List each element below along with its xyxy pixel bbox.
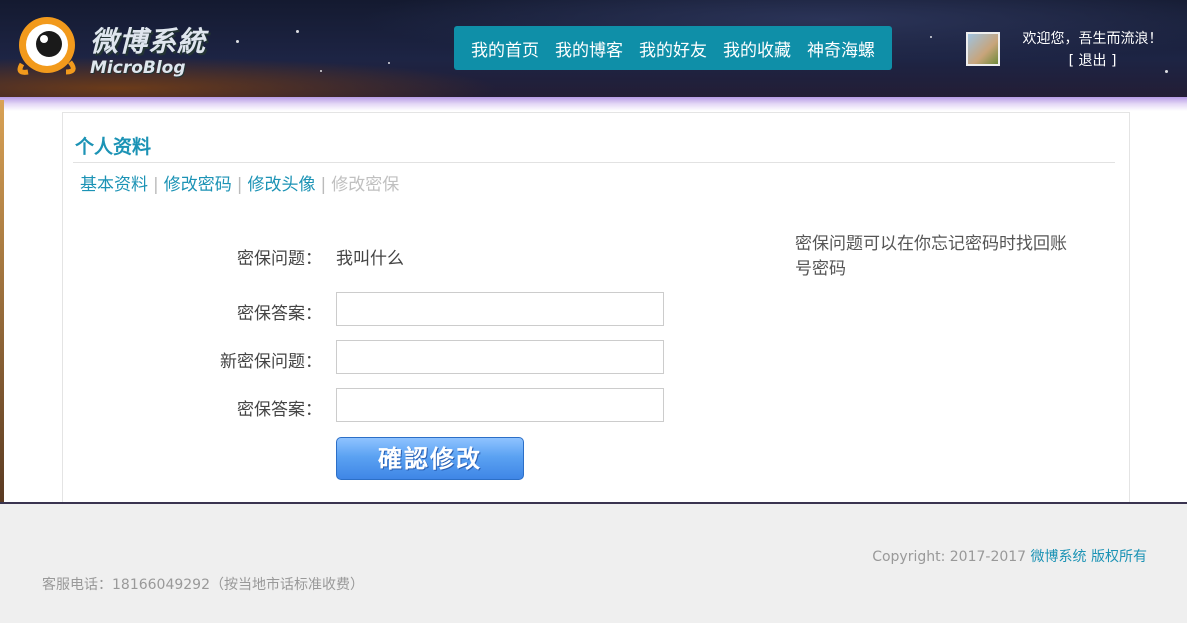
logo-english-text: MicroBlog <box>90 58 186 78</box>
star-decoration <box>236 40 239 43</box>
logo-wordmark[interactable]: 微博系統 MicroBlog <box>90 20 206 78</box>
star-decoration <box>296 30 299 33</box>
nav-blog-link[interactable]: 我的博客 <box>555 36 623 61</box>
welcome-text: 欢迎您，吾生而流浪！ <box>1022 31 1163 47</box>
profile-tabs: 基本资料 | 修改密码 | 修改头像 | 修改密保 <box>80 170 399 195</box>
star-decoration <box>320 70 322 72</box>
title-divider <box>73 162 1115 163</box>
copyright-brand-link[interactable]: 微博系统 版权所有 <box>1031 549 1147 565</box>
profile-panel: 个人资料 基本资料 | 修改密码 | 修改头像 | 修改密保 密保问题： 我叫什么 密保答案… <box>62 112 1130 503</box>
copyright-prefix: Copyright: 2017-2017 <box>872 549 1027 565</box>
copyright-text: Copyright: 2017-2017 微博系统 版权所有 <box>872 546 1147 566</box>
tab-separator: | <box>236 175 243 195</box>
tab-separator: | <box>153 175 159 195</box>
welcome-block: 欢迎您，吾生而流浪！ [ 退出 ] <box>1010 28 1175 72</box>
star-decoration <box>930 36 932 38</box>
new-question-label: 新密保问题： <box>220 352 322 372</box>
answer-label: 密保答案： <box>237 304 322 324</box>
logout-link[interactable]: [ 退出 ] <box>1010 50 1175 72</box>
star-decoration <box>388 62 390 64</box>
header-divider-band <box>0 97 1187 111</box>
left-edge-decoration <box>0 100 4 502</box>
new-question-input[interactable] <box>336 340 664 374</box>
footer: Copyright: 2017-2017 微博系统 版权所有 客服电话：1816… <box>0 504 1187 623</box>
current-question-value: 我叫什么 <box>336 249 404 269</box>
tab-change-password[interactable]: 修改密码 <box>164 175 232 195</box>
security-question-hint: 密保问题可以在你忘记密码时找回账号密码 <box>795 234 1067 279</box>
logo-chinese-text: 微博系統 <box>90 25 207 58</box>
current-question-label: 密保问题： <box>237 249 322 269</box>
header: 微博系統 MicroBlog 我的首页 我的博客 我的好友 我的收藏 神奇海螺 … <box>0 0 1187 98</box>
nav-favorites-link[interactable]: 我的收藏 <box>723 36 791 61</box>
nav-home-link[interactable]: 我的首页 <box>471 36 539 61</box>
nav-conch-link[interactable]: 神奇海螺 <box>807 36 875 61</box>
tab-security-question[interactable]: 修改密保 <box>331 175 399 195</box>
answer-input[interactable] <box>336 292 664 326</box>
logo-eye-icon[interactable] <box>14 12 80 78</box>
page-title: 个人资料 <box>75 136 152 158</box>
new-answer-label: 密保答案： <box>237 400 322 420</box>
new-answer-input[interactable] <box>336 388 664 422</box>
tab-change-avatar[interactable]: 修改头像 <box>247 175 315 195</box>
tab-separator: | <box>320 175 327 195</box>
user-avatar[interactable] <box>966 32 1000 66</box>
confirm-change-button[interactable]: 確認修改 <box>336 437 524 480</box>
nav-friends-link[interactable]: 我的好友 <box>639 36 707 61</box>
main-nav: 我的首页 我的博客 我的好友 我的收藏 神奇海螺 <box>454 26 892 70</box>
customer-service-hotline: 客服电话：18166049292（按当地市话标准收费） <box>42 577 364 593</box>
tab-basic-info[interactable]: 基本资料 <box>80 175 148 195</box>
